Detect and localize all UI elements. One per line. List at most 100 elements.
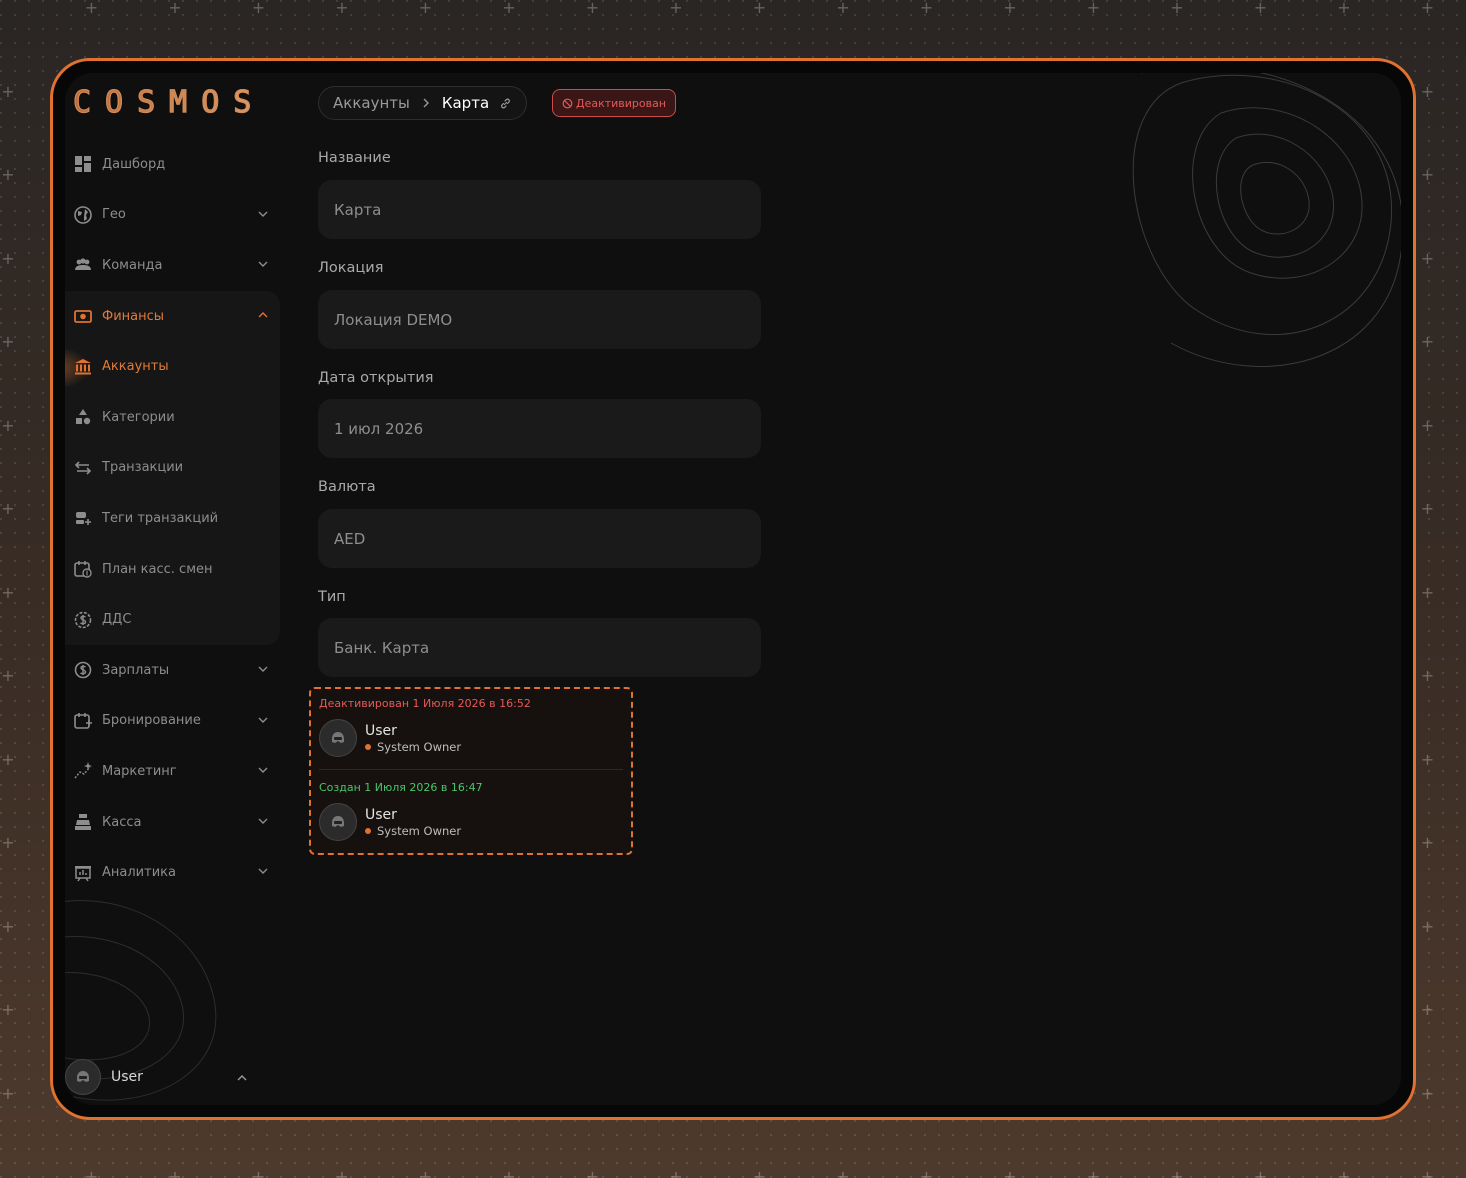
sidebar-item-label: Транзакции <box>102 460 184 476</box>
role-dot <box>365 744 371 750</box>
plus-mark: + <box>1420 81 1435 101</box>
background-frame: + + + + + + + + + + + + + + + + + + + + + + + + + + + + + + + + + + + + + + + +… <box>0 0 1466 1178</box>
plus-mark: + <box>1420 749 1435 769</box>
sidebar-item-dollar-circle[interactable]: ДДС <box>65 594 280 645</box>
sidebar-item-team[interactable]: Команда <box>65 240 280 291</box>
topo-decoration <box>1132 73 1401 367</box>
status-badge-label: Деактивирован <box>576 96 667 110</box>
sidebar-item-analytics-board[interactable]: Аналитика <box>65 847 280 898</box>
link-icon[interactable] <box>499 97 512 110</box>
chevron-up-icon[interactable] <box>235 1071 249 1085</box>
breadcrumb-current: Карта <box>441 94 490 112</box>
sidebar-item-label: Команда <box>102 257 163 273</box>
avatar <box>319 803 357 841</box>
plus-mark: + <box>919 1167 934 1178</box>
sidebar-item-cash-register[interactable]: Касса <box>65 797 280 848</box>
plus-mark: + <box>1 0 15 17</box>
location-field[interactable]: Локация DEMO <box>318 290 761 349</box>
sidebar-item-label: Дашборд <box>102 156 166 172</box>
plus-mark: + <box>1086 0 1101 17</box>
helmet-icon <box>77 1071 89 1082</box>
history-user: User System Owner <box>319 719 461 757</box>
chevron-down-icon[interactable] <box>256 713 270 727</box>
sidebar-item-shapes[interactable]: Категории <box>65 392 280 443</box>
sidebar-item-sparkle-chart[interactable]: Маркетинг <box>65 746 280 797</box>
history-user-role: System Owner <box>365 740 461 754</box>
chevron-down-icon[interactable] <box>256 814 270 828</box>
history-user-name: User <box>365 807 397 823</box>
sidebar-user[interactable]: User <box>65 1055 265 1099</box>
sparkle-chart-icon <box>74 762 92 779</box>
plus-mark: + <box>1 916 15 936</box>
plus-mark: + <box>1420 0 1435 17</box>
sidebar-item-icon <box>73 306 93 326</box>
app-logo[interactable]: COSMOS <box>72 84 265 120</box>
transfer-icon <box>74 461 92 475</box>
sidebar-item-globe[interactable]: Гео <box>65 190 280 241</box>
chevron-down-icon[interactable] <box>256 763 270 777</box>
sidebar-item-icon <box>73 407 93 427</box>
plus-mark: + <box>1 1167 15 1178</box>
sidebar-item-icon <box>73 357 93 377</box>
sidebar-item-icon <box>73 812 93 832</box>
chevron-down-icon[interactable] <box>256 662 270 676</box>
history-divider <box>319 769 623 770</box>
chevron-up-icon[interactable] <box>256 308 270 322</box>
sidebar-item-label: Аналитика <box>102 865 176 881</box>
salary-icon <box>74 661 92 679</box>
sidebar-item-calendar-add[interactable]: Бронирование <box>65 696 280 747</box>
plus-mark: + <box>418 0 433 17</box>
calendar-money-icon <box>74 561 92 578</box>
helmet-icon <box>332 816 344 827</box>
plus-mark: + <box>836 1167 850 1178</box>
history-user-role-text: System Owner <box>377 824 462 838</box>
bank-icon <box>75 358 91 375</box>
breadcrumb: Аккаунты Карта <box>318 86 528 120</box>
sidebar-item-transfer[interactable]: Транзакции <box>65 443 280 494</box>
plus-mark: + <box>1 666 15 685</box>
team-icon <box>75 258 91 271</box>
sidebar-item-bank[interactable]: Аккаунты <box>65 341 280 392</box>
date-value: 1 июл 2026 <box>334 419 424 438</box>
name-field[interactable]: Карта <box>318 180 761 239</box>
plus-mark: + <box>1 1083 15 1103</box>
sidebar-item-label: Зарплаты <box>102 662 170 678</box>
globe-icon <box>74 206 92 224</box>
plus-mark: + <box>502 1167 516 1178</box>
sidebar-item-label: Аккаунты <box>102 359 169 375</box>
sidebar-item-calendar-money[interactable]: План касс. смен <box>65 544 280 595</box>
sidebar-item-label: Бронирование <box>102 713 201 729</box>
history-deactivated-title: Деактивирован 1 Июля 2026 в 16:52 <box>319 697 531 710</box>
sidebar-item-icon <box>73 660 93 680</box>
type-field[interactable]: Банк. Карта <box>318 618 761 677</box>
sidebar-item-label: ДДС <box>102 612 132 628</box>
plus-mark: + <box>418 1167 433 1178</box>
chevron-down-icon[interactable] <box>256 864 270 878</box>
chevron-down-icon[interactable] <box>256 257 270 271</box>
sidebar-item-dashboard[interactable]: Дашборд <box>65 139 280 190</box>
name-value: Карта <box>334 200 382 219</box>
helmet-icon <box>332 732 344 743</box>
plus-mark: + <box>1420 1167 1435 1178</box>
location-label: Локация <box>318 260 384 276</box>
date-field[interactable]: 1 июл 2026 <box>318 399 761 458</box>
chevron-down-icon[interactable] <box>256 207 270 221</box>
plus-mark: + <box>836 0 850 17</box>
plus-mark: + <box>1170 0 1184 17</box>
currency-field[interactable]: AED <box>318 509 761 568</box>
plus-mark: + <box>1170 1167 1184 1178</box>
sidebar-item-icon <box>73 205 93 225</box>
sidebar-item-salary[interactable]: Зарплаты <box>65 645 280 696</box>
plus-mark: + <box>1337 1167 1351 1178</box>
breadcrumb-parent[interactable]: Аккаунты <box>333 94 410 112</box>
sidebar-item-money[interactable]: Финансы <box>65 291 280 342</box>
status-badge: Деактивирован <box>552 89 677 117</box>
type-value: Банк. Карта <box>334 638 430 657</box>
plus-mark: + <box>1 1000 15 1019</box>
history-created-title: Создан 1 Июля 2026 в 16:47 <box>319 781 483 794</box>
sidebar-item-tag-add[interactable]: Теги транзакций <box>65 493 280 544</box>
location-value: Локация DEMO <box>334 310 453 329</box>
date-label: Дата открытия <box>318 370 434 386</box>
sidebar-item-icon <box>73 761 93 781</box>
history-user-role: System Owner <box>365 824 461 838</box>
